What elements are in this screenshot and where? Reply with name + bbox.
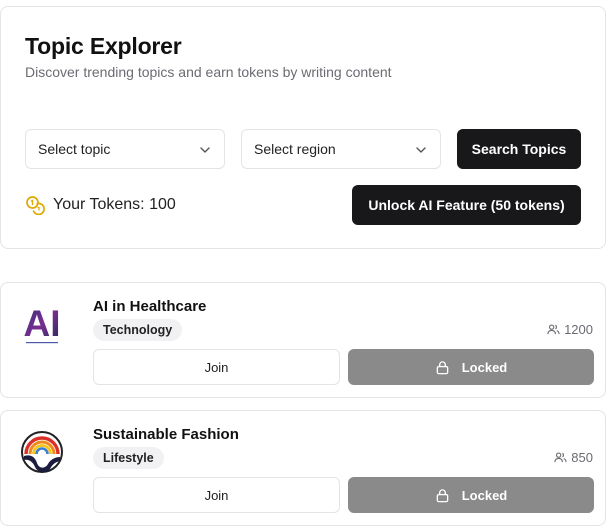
region-select-label: Select region (254, 141, 336, 157)
unlock-ai-feature-button[interactable]: Unlock AI Feature (50 tokens) (352, 185, 581, 225)
lock-icon (436, 360, 449, 374)
topic-card: AI AI in Healthcare Technology 1200 Join… (0, 282, 606, 398)
topic-card: Sustainable Fashion Lifestyle 850 Join L… (0, 410, 606, 526)
token-balance: Your Tokens: 100 (25, 195, 176, 215)
member-count-value: 850 (571, 450, 593, 465)
locked-label: Locked (461, 487, 508, 503)
topic-explorer-panel: Topic Explorer Discover trending topics … (0, 6, 606, 249)
region-select[interactable]: Select region (241, 129, 441, 169)
users-icon (554, 452, 567, 463)
page-title: Topic Explorer (25, 33, 182, 59)
coins-icon (26, 196, 45, 215)
member-count: 850 (554, 450, 593, 465)
topic-title: Sustainable Fashion (93, 426, 239, 443)
join-button[interactable]: Join (93, 349, 340, 385)
join-button[interactable]: Join (93, 477, 340, 513)
member-count: 1200 (547, 322, 593, 337)
page-subtitle: Discover trending topics and earn tokens… (25, 64, 392, 80)
locked-button[interactable]: Locked (348, 477, 594, 513)
topic-select[interactable]: Select topic (25, 129, 225, 169)
topic-select-label: Select topic (38, 141, 111, 157)
member-count-value: 1200 (564, 322, 593, 337)
lock-icon (436, 488, 449, 502)
svg-text:AI: AI (24, 303, 61, 344)
chevron-down-icon (416, 147, 426, 153)
sustainable-fashion-logo (21, 431, 63, 473)
chevron-down-icon (200, 147, 210, 153)
token-count: Your Tokens: 100 (53, 196, 176, 213)
topic-title: AI in Healthcare (93, 298, 207, 315)
locked-label: Locked (461, 359, 508, 375)
locked-button[interactable]: Locked (348, 349, 594, 385)
category-badge: Lifestyle (93, 447, 164, 469)
category-badge: Technology (93, 319, 183, 341)
ai-logo: AI (24, 303, 61, 344)
search-topics-button[interactable]: Search Topics (457, 129, 581, 169)
users-icon (547, 324, 560, 335)
